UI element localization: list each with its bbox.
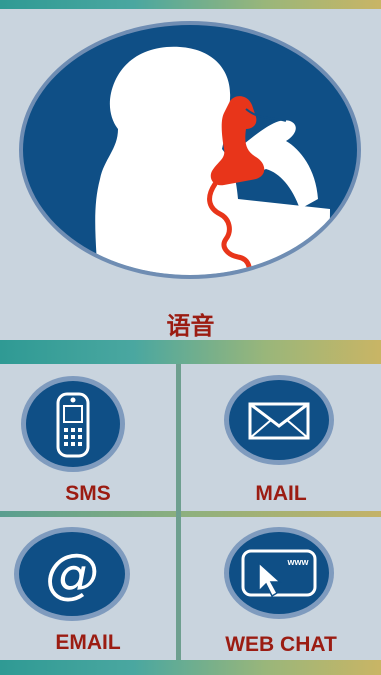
mail-label: MAIL — [255, 482, 307, 505]
voice-phone-icon — [19, 21, 361, 279]
email-option[interactable]: @ EMAIL — [0, 517, 176, 660]
voice-label: 语音 — [166, 312, 215, 340]
email-label: EMAIL — [55, 631, 121, 654]
svg-text:@: @ — [45, 542, 99, 605]
sms-option[interactable]: SMS — [0, 364, 176, 511]
mail-option[interactable]: MAIL — [181, 364, 381, 511]
www-text: www — [286, 557, 309, 567]
sms-label: SMS — [65, 482, 111, 505]
voice-option[interactable]: 语音 — [0, 9, 381, 340]
top-gradient-stripe — [0, 0, 381, 9]
bottom-gradient-stripe — [0, 660, 381, 675]
web-chat-option[interactable]: www WEB CHAT — [181, 517, 381, 660]
web-chat-label: WEB CHAT — [225, 633, 337, 656]
at-sign-icon: @ — [14, 527, 130, 621]
mobile-phone-icon — [21, 376, 125, 472]
envelope-icon — [224, 375, 334, 465]
middle-gradient-stripe — [0, 340, 381, 364]
web-cursor-icon: www — [224, 527, 334, 619]
